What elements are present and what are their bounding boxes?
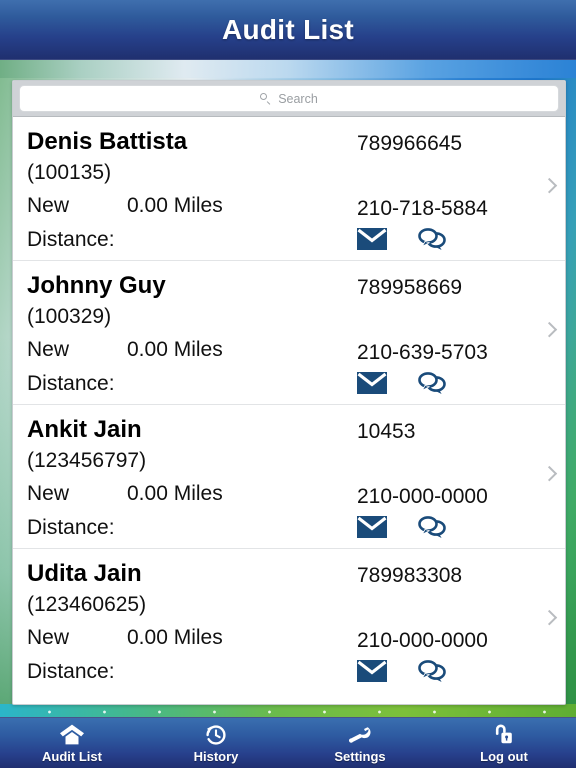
tab-label: Settings (334, 748, 386, 764)
row-actions (357, 371, 551, 395)
row-chevron[interactable] (535, 405, 561, 548)
row-left-column: Denis Battista (100135) New 0.00 Miles D… (27, 127, 357, 257)
chat-bubbles-icon[interactable] (417, 371, 447, 395)
tab-audit-list[interactable]: Audit List (0, 718, 144, 768)
row-left-column: Ankit Jain (123456797) New 0.00 Miles Di… (27, 415, 357, 545)
phone-number: 210-000-0000 (357, 485, 488, 508)
distance-miles: 0.00 Miles (127, 482, 223, 505)
customer-id: (100329) (27, 305, 112, 328)
account-number: 789958669 (357, 276, 463, 299)
row-left-column: Johnny Guy (100329) New 0.00 Miles Dista… (27, 271, 357, 401)
phone-number: 210-000-0000 (357, 629, 488, 652)
chat-bubbles-icon[interactable] (417, 659, 447, 683)
chat-bubbles-icon[interactable] (417, 227, 447, 251)
table-row[interactable]: Denis Battista (100135) New 0.00 Miles D… (13, 117, 565, 261)
table-row[interactable]: Udita Jain (123460625) New 0.00 Miles Di… (13, 549, 565, 693)
account-number: 789966645 (357, 132, 463, 155)
phone-number: 210-718-5884 (357, 197, 488, 220)
status-badge: New (27, 482, 70, 505)
row-actions (357, 227, 551, 251)
distance-label: Distance: (27, 228, 115, 251)
audit-list-screen: Audit List Search Denis Battista (100135… (0, 0, 576, 768)
page-title: Audit List (221, 14, 355, 45)
row-right-column: 789958669 210-639-5703 (357, 271, 551, 395)
chevron-right-icon (541, 465, 558, 481)
wrench-icon (348, 723, 372, 747)
envelope-icon[interactable] (357, 516, 387, 538)
tab-settings[interactable]: Settings (288, 718, 432, 768)
search-input[interactable]: Search (19, 85, 559, 112)
account-number: 10453 (357, 420, 416, 443)
clock-history-icon (204, 723, 228, 747)
bottom-tab-bar: Audit List History Settings Log out (0, 717, 576, 768)
distance-label: Distance: (27, 516, 115, 539)
search-bar: Search (13, 81, 565, 117)
distance-label: Distance: (27, 372, 115, 395)
tab-log-out[interactable]: Log out (432, 718, 576, 768)
row-left-column: Udita Jain (123460625) New 0.00 Miles Di… (27, 559, 357, 689)
audit-list: Denis Battista (100135) New 0.00 Miles D… (13, 117, 565, 704)
account-number: 789983308 (357, 564, 463, 587)
row-chevron[interactable] (535, 549, 561, 693)
search-icon (260, 92, 272, 105)
customer-name: Johnny Guy (27, 272, 166, 299)
customer-name: Ankit Jain (27, 416, 142, 443)
chat-bubbles-icon[interactable] (417, 515, 447, 539)
chevron-right-icon (541, 177, 558, 193)
envelope-icon[interactable] (357, 660, 387, 682)
status-badge: New (27, 194, 70, 217)
customer-id: (100135) (27, 161, 112, 184)
customer-id: (123460625) (27, 593, 147, 616)
background-dot-row (0, 710, 576, 714)
row-actions (357, 515, 551, 539)
tab-label: Audit List (42, 748, 102, 764)
row-right-column: 789966645 210-718-5884 (357, 127, 551, 251)
unlocked-padlock-icon (492, 723, 516, 747)
phone-number: 210-639-5703 (357, 341, 488, 364)
distance-miles: 0.00 Miles (127, 626, 223, 649)
tab-label: Log out (480, 748, 528, 764)
row-chevron[interactable] (535, 261, 561, 404)
chevron-right-icon (541, 609, 558, 626)
app-header: Audit List (0, 0, 576, 60)
row-right-column: 10453 210-000-0000 (357, 415, 551, 539)
audit-list-card: Search Denis Battista (100135) New 0.00 … (12, 80, 566, 705)
chevron-right-icon (541, 321, 558, 337)
tab-history[interactable]: History (144, 718, 288, 768)
distance-miles: 0.00 Miles (127, 338, 223, 361)
status-badge: New (27, 626, 70, 649)
tab-label: History (193, 748, 239, 764)
status-badge: New (27, 338, 70, 361)
customer-id: (123456797) (27, 449, 147, 472)
home-icon (59, 723, 85, 747)
distance-miles: 0.00 Miles (127, 194, 223, 217)
envelope-icon[interactable] (357, 228, 387, 250)
table-row[interactable]: Ankit Jain (123456797) New 0.00 Miles Di… (13, 405, 565, 549)
table-row[interactable]: Johnny Guy (100329) New 0.00 Miles Dista… (13, 261, 565, 405)
customer-name: Udita Jain (27, 560, 142, 587)
row-right-column: 789983308 210-000-0000 (357, 559, 551, 683)
background-top-sheen (0, 60, 576, 78)
search-placeholder: Search (278, 91, 318, 106)
distance-label: Distance: (27, 660, 115, 683)
row-actions (357, 659, 551, 683)
customer-name: Denis Battista (27, 128, 188, 155)
row-chevron[interactable] (535, 117, 561, 260)
envelope-icon[interactable] (357, 372, 387, 394)
